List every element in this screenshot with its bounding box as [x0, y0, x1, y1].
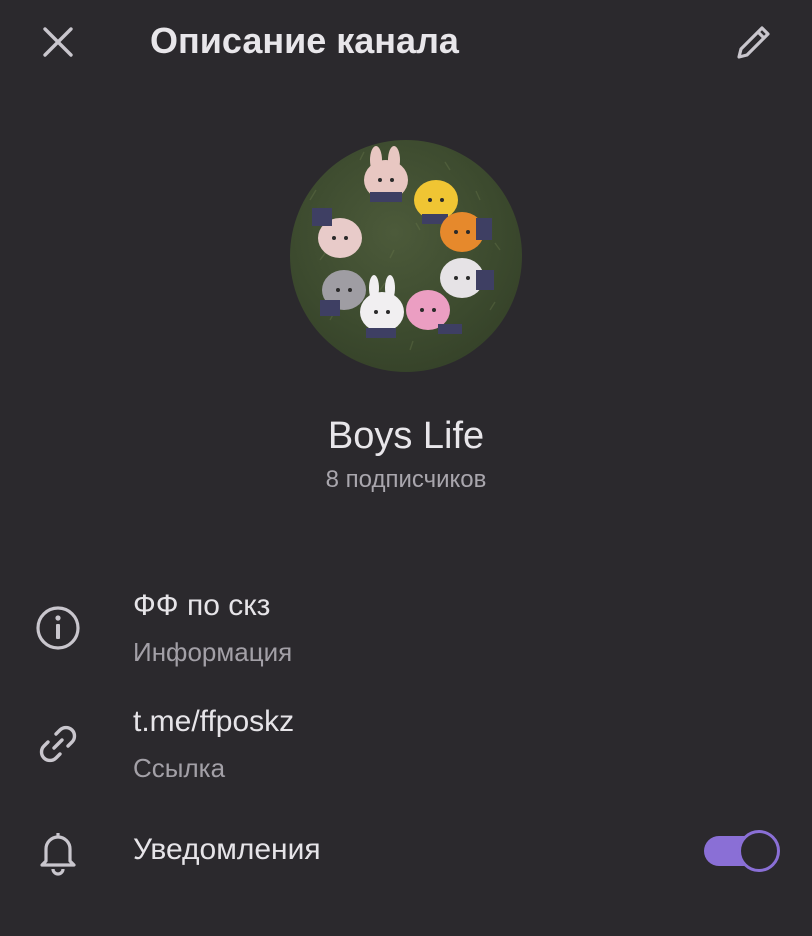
description-text: ФФ по скз [133, 589, 271, 622]
description-row[interactable]: ФФ по скз Информация [0, 580, 812, 680]
channel-info-screen: Описание канала Boys Life 8 подписчиков … [0, 0, 812, 936]
edit-button[interactable] [728, 16, 780, 68]
close-button[interactable] [34, 18, 82, 66]
channel-name: Boys Life [327, 415, 485, 457]
pencil-icon [737, 26, 770, 59]
link-label: Ссылка [133, 753, 226, 783]
info-icon [30, 600, 86, 656]
page-title: Описание канала [150, 20, 459, 61]
channel-avatar[interactable] [290, 140, 522, 372]
description-label: Информация [133, 637, 293, 667]
link-row[interactable]: t.me/ffposkz Ссылка [0, 696, 812, 796]
toggle-thumb [738, 830, 780, 872]
link-icon [30, 716, 86, 772]
top-bar: Описание канала [0, 0, 812, 84]
notifications-row[interactable]: Уведомления [0, 820, 812, 884]
bell-icon [30, 824, 86, 880]
subscriber-count: 8 подписчиков [325, 466, 487, 493]
close-icon [43, 27, 73, 57]
notifications-label: Уведомления [133, 833, 321, 866]
notifications-toggle[interactable] [704, 830, 780, 872]
link-text[interactable]: t.me/ffposkz [133, 702, 294, 742]
avatar-photo [309, 146, 501, 351]
